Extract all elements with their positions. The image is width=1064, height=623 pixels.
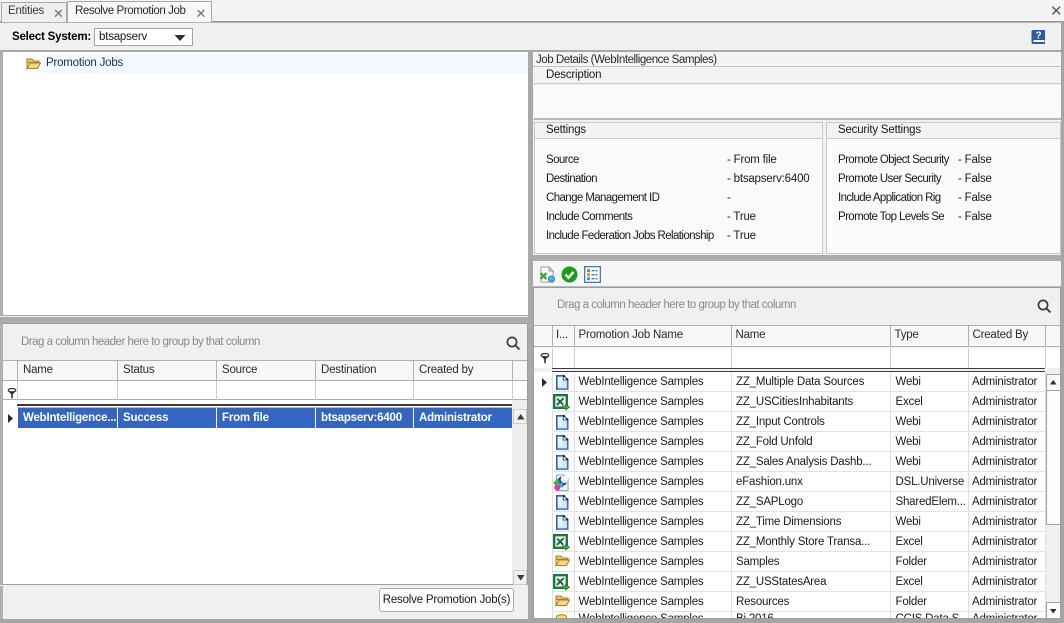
- svg-text:?: ?: [1036, 31, 1042, 42]
